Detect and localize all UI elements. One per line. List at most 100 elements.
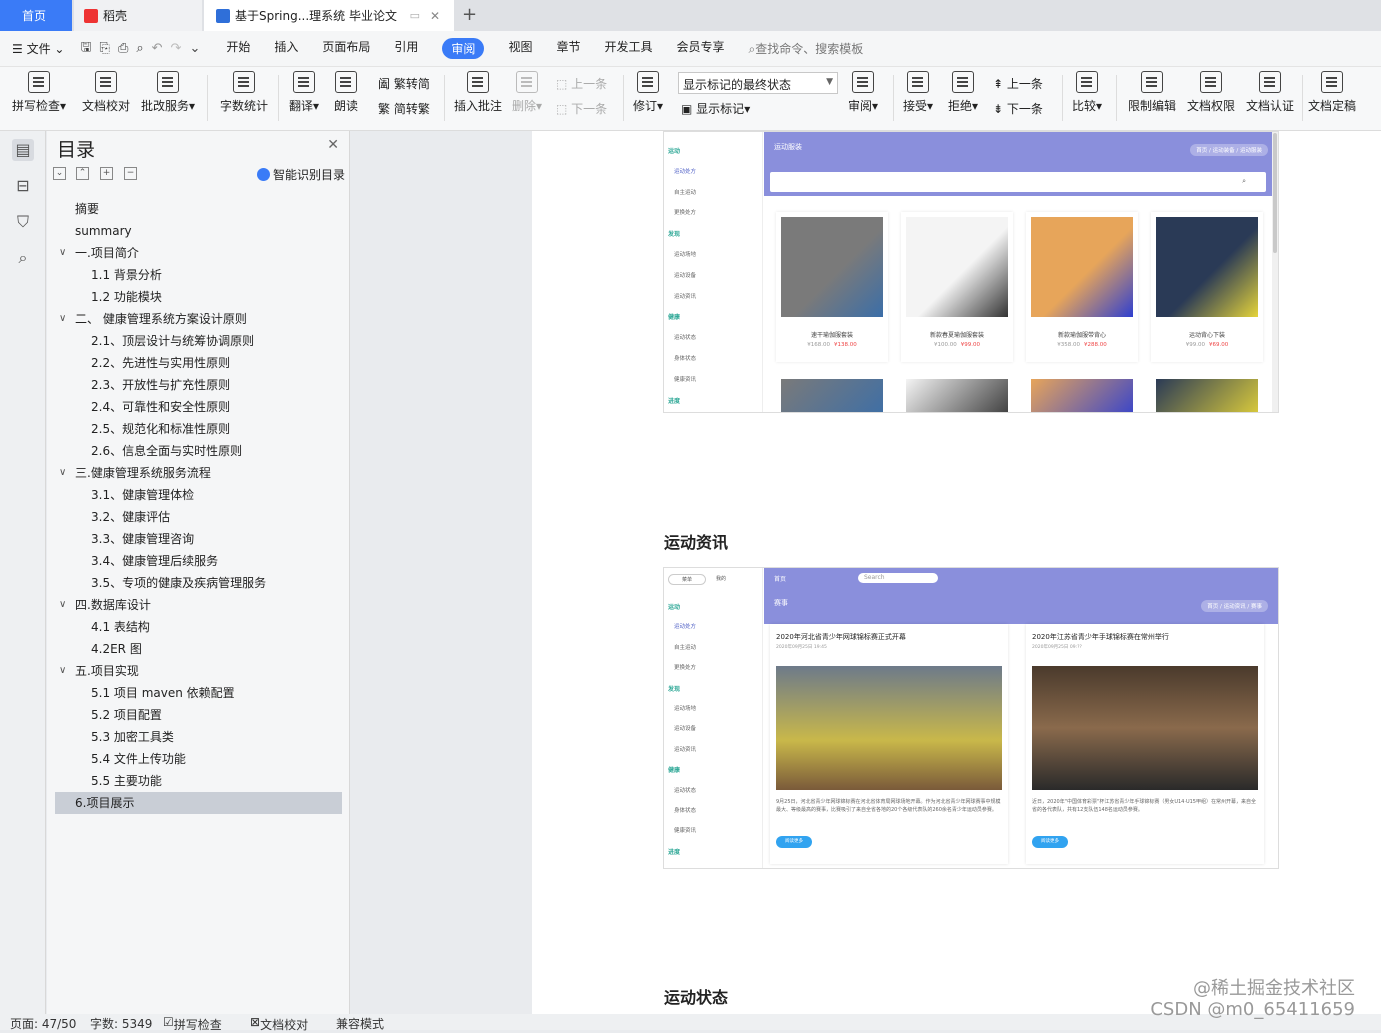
toc-item[interactable]: 摘要 — [55, 198, 342, 220]
spell-check-button[interactable]: 拼写检查▾ — [12, 71, 66, 114]
export-icon[interactable]: ⎘ — [100, 41, 110, 56]
toc-item[interactable]: 3.1、健康管理体检 — [55, 484, 342, 506]
toc-item[interactable]: 4.1 表结构 — [55, 616, 342, 638]
menu-tab-6[interactable]: 章节 — [556, 38, 580, 59]
page-indicator[interactable]: 页面: 47/50 — [10, 1015, 76, 1032]
print-icon[interactable]: ⎙ — [118, 41, 128, 56]
toc-item[interactable]: 1.1 背景分析 — [55, 264, 342, 286]
toc-item[interactable]: 2.5、规范化和标准性原则 — [55, 418, 342, 440]
file-menu[interactable]: ☰ 文件 ⌄ — [12, 40, 64, 57]
menu-tab-2[interactable]: 页面布局 — [322, 38, 370, 59]
sale-price: ¥138.00 — [834, 342, 857, 348]
toc-item[interactable]: 3.3、健康管理咨询 — [55, 528, 342, 550]
toc-item[interactable]: 2.6、信息全面与实时性原则 — [55, 440, 342, 462]
restrict-editing-button[interactable]: 限制编辑 — [1128, 71, 1176, 114]
proofread-button[interactable]: 文档校对 — [82, 71, 130, 114]
menu-tab-5[interactable]: 视图 — [508, 38, 532, 59]
status-proofread[interactable]: ⊠ 文档校对 — [250, 1015, 260, 1029]
simp-to-trad-button[interactable]: 繁 简转繁 — [378, 100, 430, 117]
next-comment-button[interactable]: ⬚ 下一条 — [556, 100, 607, 117]
close-icon[interactable]: ✕ — [327, 137, 339, 153]
toc-item[interactable]: 3.5、专项的健康及疾病管理服务 — [55, 572, 342, 594]
toc-item[interactable]: 5.5 主要功能 — [55, 770, 342, 792]
toc-item[interactable]: 2.4、可靠性和安全性原则 — [55, 396, 342, 418]
menu-tab-7[interactable]: 开发工具 — [604, 38, 652, 59]
accept-button[interactable]: 接受▾ — [903, 71, 933, 114]
toc-item[interactable]: ∨二、 健康管理系统方案设计原则 — [55, 308, 342, 330]
command-search[interactable]: ⌕查找命令、搜索模板 — [749, 40, 864, 57]
document-scrollbar[interactable] — [1357, 131, 1363, 1014]
menu-tab-3[interactable]: 引用 — [394, 38, 418, 59]
bookmark-icon[interactable]: ⛉ — [12, 211, 34, 233]
compare-button[interactable]: 比较▾ — [1072, 71, 1102, 114]
collapse-all-icon[interactable]: ⌃ — [76, 167, 89, 180]
word-count[interactable]: 字数: 5349 — [90, 1015, 152, 1032]
menu-tab-1[interactable]: 插入 — [274, 38, 298, 59]
toc-item[interactable]: 5.1 项目 maven 依赖配置 — [55, 682, 342, 704]
sidebar-item: 健康资讯 — [674, 826, 696, 834]
toc-icon[interactable]: ▤ — [12, 139, 34, 161]
toc-item[interactable]: 4.2ER 图 — [55, 638, 342, 660]
delete-comment-button[interactable]: 删除▾ — [512, 71, 542, 114]
chevron-down-icon[interactable]: ∨ — [59, 242, 66, 264]
add-heading-icon[interactable]: + — [100, 167, 113, 180]
status-spell-check[interactable]: ☑ 拼写检查 — [163, 1015, 174, 1029]
reject-button[interactable]: 拒绝▾ — [948, 71, 978, 114]
smart-toc-button[interactable]: 智能识别目录 — [257, 166, 345, 183]
toc-item[interactable]: 2.3、开放性与扩充性原则 — [55, 374, 342, 396]
toc-item[interactable]: 3.4、健康管理后续服务 — [55, 550, 342, 572]
toc-item[interactable]: 6.项目展示 — [55, 792, 342, 814]
toc-item[interactable]: 1.2 功能模块 — [55, 286, 342, 308]
doc-permission-button[interactable]: 文档权限 — [1187, 71, 1235, 114]
new-tab-icon[interactable]: + — [462, 4, 477, 25]
trad-to-simp-button[interactable]: 阖 繁转简 — [378, 75, 430, 92]
toc-item[interactable]: 2.2、先进性与实用性原则 — [55, 352, 342, 374]
close-tab-icon[interactable]: ✕ — [430, 9, 440, 23]
batch-service-button[interactable]: 批改服务▾ — [141, 71, 195, 114]
chevron-down-icon[interactable]: ∨ — [59, 462, 66, 484]
prev-change-button[interactable]: ⇞ 上一条 — [993, 75, 1043, 92]
insert-comment-button[interactable]: 插入批注 — [454, 71, 502, 114]
word-count-button[interactable]: 字数统计 — [220, 71, 268, 114]
remove-heading-icon[interactable]: − — [124, 167, 137, 180]
chapter-nav-icon[interactable]: ⊟ — [12, 175, 34, 197]
toc-item[interactable]: 5.2 项目配置 — [55, 704, 342, 726]
show-markup-button[interactable]: ▣ 显示标记▾ — [681, 100, 750, 117]
chevron-down-icon[interactable]: ∨ — [59, 308, 66, 330]
toc-item[interactable]: summary — [55, 220, 342, 242]
next-change-button[interactable]: ⇟ 下一条 — [993, 100, 1043, 117]
tab-daoke[interactable]: 稻壳 — [74, 0, 202, 31]
markup-state-select[interactable]: 显示标记的最终状态▼ — [678, 72, 838, 94]
quick-access-more-icon[interactable]: ⌄ — [189, 41, 200, 56]
read-aloud-button[interactable]: 朗读 — [334, 71, 358, 114]
toc-item[interactable]: 2.1、顶层设计与统筹协调原则 — [55, 330, 342, 352]
menu-tab-0[interactable]: 开始 — [226, 38, 250, 59]
prev-comment-button[interactable]: ⬚ 上一条 — [556, 75, 607, 92]
menu-tab-4[interactable]: 审阅 — [442, 38, 484, 59]
redo-icon[interactable]: ↷ — [171, 41, 182, 56]
monitor-icon[interactable]: ▭ — [410, 9, 420, 22]
search-icon[interactable]: ⌕ — [12, 247, 34, 269]
chevron-down-icon[interactable]: ∨ — [59, 594, 66, 616]
tab-home[interactable]: 首页 — [0, 0, 72, 31]
toc-item[interactable]: ∨ 四.数据库设计 — [55, 594, 342, 616]
finalize-button[interactable]: 文档定稿 — [1308, 71, 1356, 114]
doc-certify-button[interactable]: 文档认证 — [1246, 71, 1294, 114]
review-pane-button[interactable]: 审阅▾ — [848, 71, 878, 114]
expand-all-icon[interactable]: ⌄ — [53, 167, 66, 180]
save-icon[interactable]: 🖫 — [80, 38, 91, 60]
toc-item[interactable]: 3.2、健康评估 — [55, 506, 342, 528]
toc-item[interactable]: ∨三.健康管理系统服务流程 — [55, 462, 342, 484]
tab-document[interactable]: 基于Spring...理系统 毕业论文▭✕ — [204, 0, 454, 31]
toc-item[interactable]: ∨五.项目实现 — [55, 660, 342, 682]
chevron-down-icon[interactable]: ∨ — [59, 660, 66, 682]
toc-item[interactable]: 5.4 文件上传功能 — [55, 748, 342, 770]
track-changes-button[interactable]: 修订▾ — [633, 71, 663, 114]
undo-icon[interactable]: ↶ — [152, 41, 163, 56]
toc-item-label: 四.数据库设计 — [75, 594, 151, 616]
translate-button[interactable]: 翻译▾ — [289, 71, 319, 114]
toc-item[interactable]: ∨一.项目简介 — [55, 242, 342, 264]
menu-tab-8[interactable]: 会员专享 — [676, 38, 724, 59]
toc-item[interactable]: 5.3 加密工具类 — [55, 726, 342, 748]
preview-icon[interactable]: ⌕ — [136, 41, 143, 56]
